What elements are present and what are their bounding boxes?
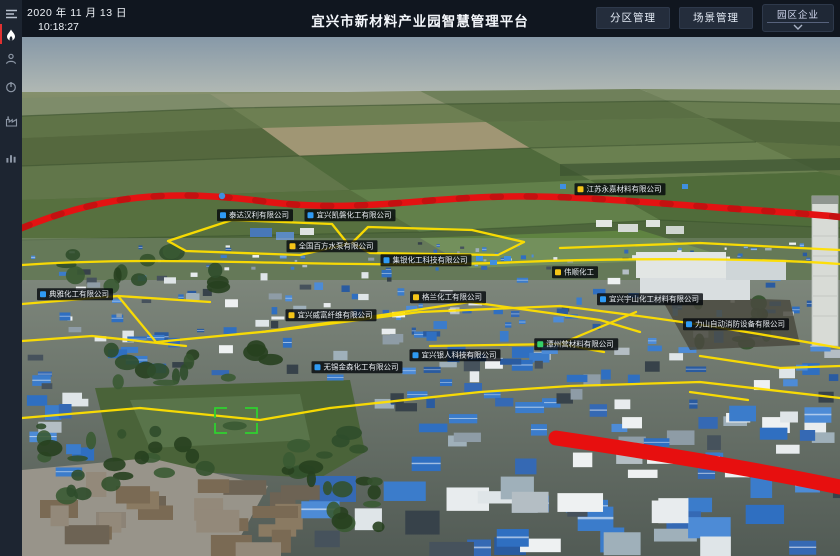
company-marker-icon xyxy=(289,312,295,318)
company-marker-icon xyxy=(40,291,46,297)
fire-monitor-button[interactable] xyxy=(0,24,22,46)
company-marker-label: 全国百方水泵有限公司 xyxy=(299,242,374,250)
company-marker-icon xyxy=(384,257,390,263)
dropdown-divider xyxy=(767,22,829,23)
company-marker-label: 江苏永嘉材料有限公司 xyxy=(587,185,662,193)
company-marker-label: 无锡金森化工有限公司 xyxy=(324,363,399,371)
smart-park-platform: 2020 年 11 月 13 日 10:18:27 宜兴市新材料产业园智慧管理平… xyxy=(0,0,840,556)
company-marker-label: 宜兴宇山化工材料有限公司 xyxy=(609,295,699,303)
top-bar-actions: 分区管理 场景管理 园区企业 xyxy=(596,4,834,32)
company-marker-label: 泰达汉利有限公司 xyxy=(229,211,289,219)
company-marker-icon xyxy=(555,269,561,275)
company-marker-label: 伟顺化工 xyxy=(564,268,594,276)
company-marker-label: 宜兴凯磐化工有限公司 xyxy=(317,211,392,219)
partition-manage-button[interactable]: 分区管理 xyxy=(596,7,670,29)
company-marker[interactable]: 潭州营材料有限公司 xyxy=(534,338,618,350)
company-marker[interactable]: 格兰化工有限公司 xyxy=(410,291,486,303)
statistics-button[interactable] xyxy=(0,147,22,169)
company-marker[interactable]: 力山自动消防设备有限公司 xyxy=(683,318,789,330)
person-icon xyxy=(5,53,17,65)
company-marker[interactable]: 无锡金森化工有限公司 xyxy=(312,361,403,373)
company-marker-icon xyxy=(686,321,692,327)
company-marker-icon xyxy=(220,212,226,218)
factory-icon xyxy=(5,115,18,127)
company-marker-icon xyxy=(290,243,296,249)
menu-button[interactable] xyxy=(0,3,22,25)
company-marker-label: 格兰化工有限公司 xyxy=(422,293,482,301)
enterprise-button[interactable] xyxy=(0,110,22,132)
company-marker-label: 宜兴银人科技有限公司 xyxy=(422,351,497,359)
power-icon xyxy=(5,81,17,93)
company-marker[interactable]: 宜兴威富纤维有限公司 xyxy=(286,309,377,321)
company-marker[interactable]: 伟顺化工 xyxy=(552,266,598,278)
bar-chart-icon xyxy=(5,152,17,164)
company-marker[interactable]: 全国百方水泵有限公司 xyxy=(287,240,378,252)
company-marker-label: 力山自动消防设备有限公司 xyxy=(695,320,785,328)
company-marker-icon xyxy=(600,296,606,302)
company-marker-icon xyxy=(308,212,314,218)
left-toolbar xyxy=(0,0,22,556)
company-marker[interactable]: 宜兴宇山化工材料有限公司 xyxy=(597,293,703,305)
company-marker[interactable]: 宜兴凯磐化工有限公司 xyxy=(305,209,396,221)
top-bar: 2020 年 11 月 13 日 10:18:27 宜兴市新材料产业园智慧管理平… xyxy=(0,0,840,37)
power-button[interactable] xyxy=(0,76,22,98)
scene-manage-button[interactable]: 场景管理 xyxy=(679,7,753,29)
map-viewport: 泰达汉利有限公司 宜兴凯磐化工有限公司全国百方水泵有限公司 江苏永嘉材料有限公司集银… xyxy=(22,37,840,556)
personnel-button[interactable] xyxy=(0,48,22,70)
company-marker[interactable]: 集银化工科技有限公司 xyxy=(381,254,472,266)
dropdown-label: 园区企业 xyxy=(777,7,819,21)
company-marker-label: 宜兴威富纤维有限公司 xyxy=(298,311,373,319)
company-marker[interactable]: 典雅化工有限公司 xyxy=(37,288,113,300)
company-marker-icon xyxy=(578,186,584,192)
flame-icon xyxy=(5,29,17,42)
chevron-down-icon xyxy=(792,24,804,30)
company-marker-label: 典雅化工有限公司 xyxy=(49,290,109,298)
company-marker-icon xyxy=(413,352,419,358)
company-marker[interactable]: 泰达汉利有限公司 xyxy=(217,209,293,221)
park-enterprise-dropdown[interactable]: 园区企业 xyxy=(762,4,834,32)
company-marker[interactable]: 宜兴银人科技有限公司 xyxy=(410,349,501,361)
company-marker-icon xyxy=(537,341,543,347)
company-marker[interactable]: 江苏永嘉材料有限公司 xyxy=(575,183,666,195)
company-marker-icon xyxy=(413,294,419,300)
company-marker-label: 集银化工科技有限公司 xyxy=(393,256,468,264)
company-marker-icon xyxy=(315,364,321,370)
company-marker-label: 潭州营材料有限公司 xyxy=(546,340,614,348)
menu-icon xyxy=(5,8,18,20)
sky xyxy=(22,37,840,97)
